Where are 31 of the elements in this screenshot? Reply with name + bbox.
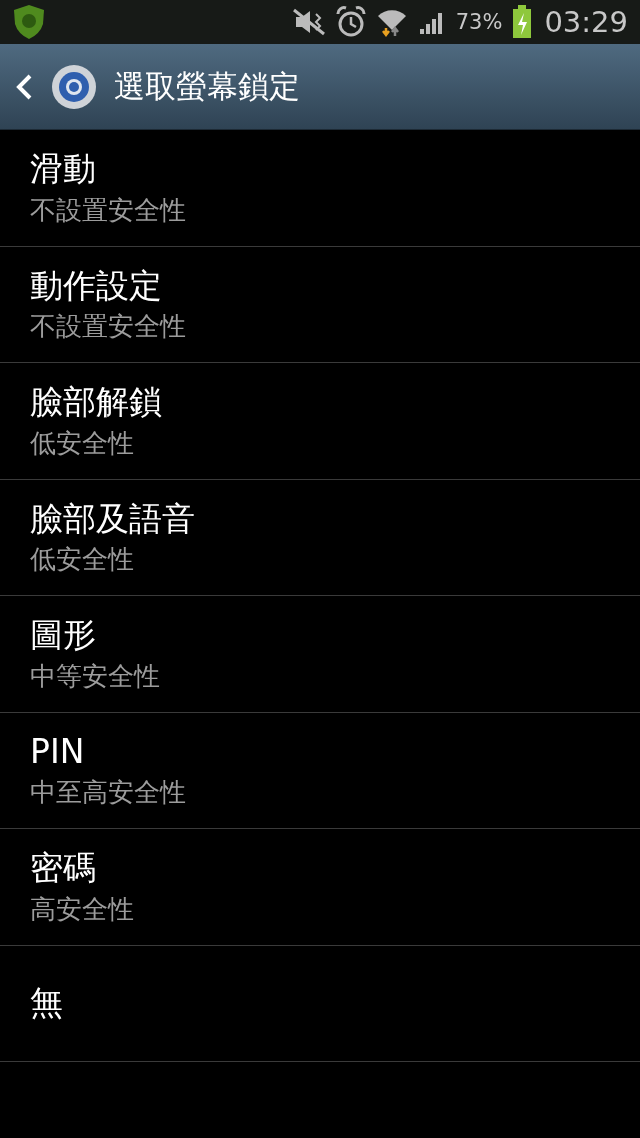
- option-title: 無: [30, 983, 64, 1024]
- option-subtitle: 高安全性: [30, 893, 135, 926]
- lock-option[interactable]: 無: [0, 945, 640, 1062]
- battery-percentage: 73%: [455, 10, 503, 34]
- option-title: 動作設定: [30, 265, 163, 306]
- lock-option[interactable]: 密碼 高安全性: [0, 829, 640, 946]
- option-subtitle: 不設置安全性: [30, 311, 187, 343]
- option-title: 臉部及語音: [30, 498, 196, 539]
- lock-option[interactable]: 臉部解鎖 低安全性: [0, 363, 640, 480]
- option-subtitle: 低安全性: [30, 427, 135, 460]
- mute-icon: [291, 8, 326, 36]
- alarm-icon: [335, 6, 366, 38]
- lock-option[interactable]: 滑動 不設置安全性: [0, 130, 640, 247]
- screen-title: 選取螢幕鎖定: [114, 66, 300, 106]
- lock-option[interactable]: 圖形 中等安全性: [0, 596, 640, 713]
- option-title: PIN: [30, 731, 86, 772]
- lock-option[interactable]: PIN 中至高安全性: [0, 712, 640, 829]
- option-title: 臉部解鎖: [30, 382, 163, 422]
- clock-time: 03:29: [544, 5, 628, 39]
- battery-icon: [512, 5, 533, 39]
- option-subtitle: 低安全性: [30, 544, 135, 576]
- lock-option[interactable]: 臉部及語音 低安全性: [0, 479, 640, 596]
- option-title: 圖形: [30, 615, 97, 655]
- option-subtitle: 中至高安全性: [30, 777, 187, 809]
- shield-icon: [12, 4, 46, 40]
- option-subtitle: 不設置安全性: [30, 194, 187, 227]
- lock-option[interactable]: 動作設定 不設置安全性: [0, 246, 640, 363]
- option-title: 密碼: [30, 848, 97, 888]
- back-chevron-icon[interactable]: [14, 72, 34, 101]
- option-title: 滑動: [30, 149, 97, 189]
- option-subtitle: 中等安全性: [30, 660, 161, 693]
